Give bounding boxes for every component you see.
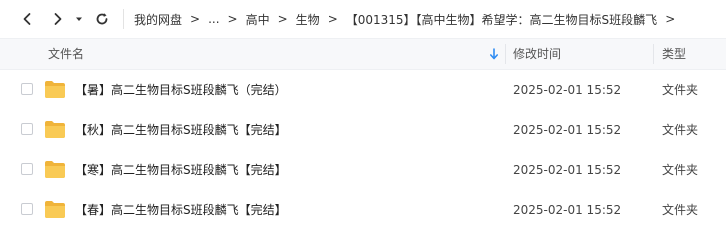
breadcrumb-separator: > <box>277 12 288 26</box>
column-divider[interactable] <box>505 44 506 64</box>
row-checkbox[interactable] <box>21 123 33 135</box>
row-checkbox[interactable] <box>21 203 33 215</box>
breadcrumb-item-ellipsis[interactable]: ... <box>208 12 219 26</box>
row-checkbox[interactable] <box>21 83 33 95</box>
file-type: 文件夹 <box>662 163 699 177</box>
file-name[interactable]: 【秋】高二生物目标S班段麟飞【完结】 <box>75 110 287 150</box>
folder-icon <box>45 81 65 98</box>
file-row[interactable]: 【寒】高二生物目标S班段麟飞【完结】 2025-02-01 15:52 文件夹 <box>0 150 726 190</box>
file-name[interactable]: 【春】高二生物目标S班段麟飞【完结】 <box>75 190 287 230</box>
file-type: 文件夹 <box>662 83 699 97</box>
folder-icon <box>45 161 65 178</box>
history-dropdown-button[interactable] <box>71 8 87 30</box>
breadcrumb-item-current[interactable]: 【001315】【高中生物】希望学：高二生物目标S班段麟飞 <box>346 11 657 28</box>
row-checkbox[interactable] <box>21 163 33 175</box>
file-row[interactable]: 【秋】高二生物目标S班段麟飞【完结】 2025-02-01 15:52 文件夹 <box>0 110 726 150</box>
header-modified-time[interactable]: 修改时间 <box>513 39 561 69</box>
header-filename[interactable]: 文件名 <box>48 39 84 69</box>
file-modified-time: 2025-02-01 15:52 <box>513 83 622 97</box>
file-list-header: 文件名 修改时间 类型 <box>0 38 726 70</box>
breadcrumb-separator: > <box>327 12 338 26</box>
file-name[interactable]: 【寒】高二生物目标S班段麟飞【完结】 <box>75 150 287 190</box>
breadcrumb-separator: > <box>665 12 676 26</box>
toolbar: 我的网盘 > ... > 高中 > 生物 > 【001315】【高中生物】希望学… <box>0 0 726 38</box>
refresh-icon <box>96 13 108 25</box>
toolbar-divider <box>123 9 124 29</box>
file-modified-time: 2025-02-01 15:52 <box>513 123 622 137</box>
refresh-button[interactable] <box>91 8 113 30</box>
column-divider[interactable] <box>653 44 654 64</box>
breadcrumb-item-root[interactable]: 我的网盘 <box>134 11 182 28</box>
chevron-left-icon <box>23 13 31 25</box>
breadcrumb-separator: > <box>227 12 238 26</box>
folder-icon <box>45 201 65 218</box>
file-row[interactable]: 【春】高二生物目标S班段麟飞【完结】 2025-02-01 15:52 文件夹 <box>0 190 726 230</box>
caret-down-icon <box>76 17 82 21</box>
chevron-right-icon <box>54 13 62 25</box>
forward-button[interactable] <box>47 8 69 30</box>
file-name[interactable]: 【暑】高二生物目标S班段麟飞（完结） <box>75 70 287 110</box>
breadcrumb-separator: > <box>190 12 201 26</box>
file-modified-time: 2025-02-01 15:52 <box>513 163 622 177</box>
breadcrumb-item-biology[interactable]: 生物 <box>296 11 320 28</box>
file-type: 文件夹 <box>662 203 699 217</box>
sort-down-arrow-icon[interactable] <box>488 48 500 60</box>
header-type[interactable]: 类型 <box>662 39 686 69</box>
breadcrumb: 我的网盘 > ... > 高中 > 生物 > 【001315】【高中生物】希望学… <box>134 0 683 38</box>
file-row[interactable]: 【暑】高二生物目标S班段麟飞（完结） 2025-02-01 15:52 文件夹 <box>0 70 726 110</box>
breadcrumb-item-highschool[interactable]: 高中 <box>246 11 270 28</box>
back-button[interactable] <box>16 8 38 30</box>
folder-icon <box>45 121 65 138</box>
file-modified-time: 2025-02-01 15:52 <box>513 203 622 217</box>
file-type: 文件夹 <box>662 123 699 137</box>
